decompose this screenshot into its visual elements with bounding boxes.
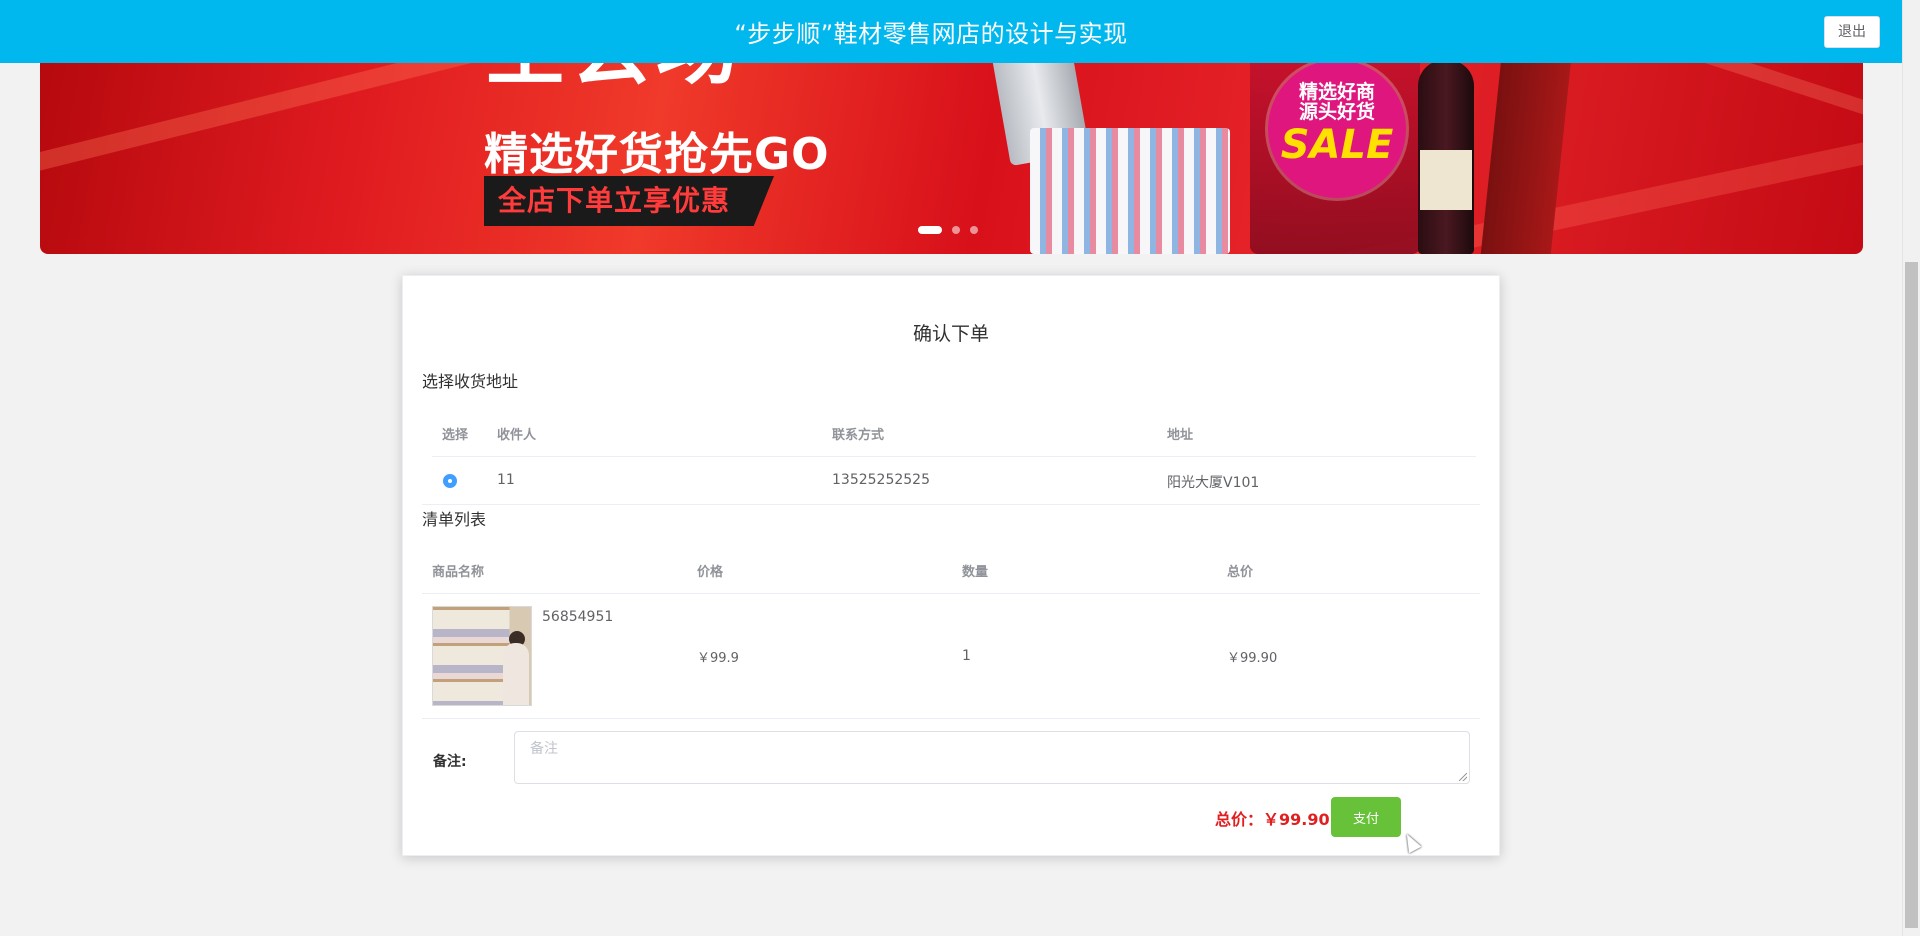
product-quantity: 1 [962,648,971,664]
remark-placeholder: 备注 [530,741,558,757]
column-header-address: 地址 [1167,428,1194,443]
column-header-recipient: 收件人 [497,428,537,443]
promo-banner[interactable]: 全会场 精选好货抢先GO 全店下单立享优惠 精选好商 源头好货 SALE [40,40,1863,254]
carousel-indicators [918,226,978,234]
page-title: 确认下单 [912,323,989,345]
product-name: 56854951 [542,609,614,625]
site-title: “步步顺”鞋材零售网店的设计与实现 [734,20,1128,48]
remark-textarea[interactable]: 备注 [514,731,1470,784]
address-recipient: 11 [497,472,515,488]
top-header: “步步顺”鞋材零售网店的设计与实现 退出 [0,0,1902,63]
order-confirm-card: 确认下单 选择收货地址 选择 收件人 联系方式 地址 11 1352525252… [402,275,1500,856]
table-divider [422,504,1480,505]
sale-badge-line2: 源头好货 [1298,101,1375,123]
carousel-dot[interactable] [918,226,942,234]
scrollbar-thumb[interactable] [1905,262,1918,928]
banner-strip-text: 全店下单立享优惠 [498,184,731,217]
product-total: ￥99.90 [1227,651,1278,666]
table-divider [422,718,1480,719]
column-header-product: 商品名称 [432,565,485,580]
banner-product-image [1030,128,1230,254]
sale-badge: 精选好商 源头好货 SALE [1268,60,1406,198]
sale-badge-sale: SALE [1280,122,1394,168]
address-section-title: 选择收货地址 [422,372,519,391]
column-header-select: 选择 [442,428,469,443]
logout-button[interactable]: 退出 [1824,16,1880,48]
product-thumbnail[interactable] [432,606,532,706]
carousel-dot[interactable] [970,226,978,234]
page-scrollbar[interactable] [1902,0,1920,936]
banner-wine-label [1420,150,1472,210]
pay-button[interactable]: 支付 [1331,797,1401,837]
column-header-quantity: 数量 [962,565,989,580]
remark-label: 备注: [433,754,467,770]
sale-badge-line1: 精选好商 [1298,81,1375,103]
order-total: 总价：￥99.90 [1215,810,1330,829]
table-divider [432,456,1476,457]
column-header-price: 价格 [697,565,724,580]
product-price: ￥99.9 [697,651,739,666]
banner-strip: 全店下单立享优惠 [484,176,774,226]
carousel-dot[interactable] [952,226,960,234]
column-header-phone: 联系方式 [832,428,885,443]
thumbnail-figure [503,643,529,705]
address-phone: 13525252525 [832,472,930,488]
list-section-title: 清单列表 [422,510,487,529]
address-radio[interactable] [443,474,457,488]
table-divider [422,593,1480,594]
resize-handle-icon[interactable] [1459,773,1467,781]
banner-headline: 精选好货抢先GO [484,129,830,180]
column-header-total: 总价 [1227,565,1254,580]
address-detail: 阳光大厦V101 [1167,475,1260,491]
